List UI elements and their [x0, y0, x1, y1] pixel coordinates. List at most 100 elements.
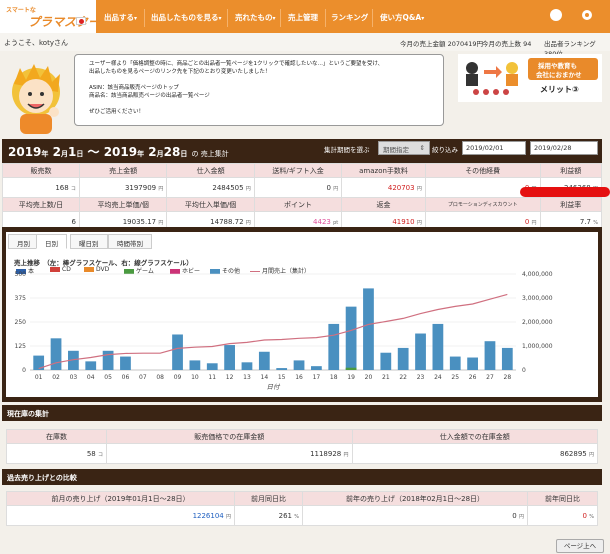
x-tick: 26 — [469, 374, 477, 381]
tab-monthly[interactable]: 月別 — [8, 234, 39, 249]
label-sales-amount: 売上金額 — [78, 163, 168, 178]
notice-line: 出品したものを見るページのリンク先を下記のとおり変更いたしました！ — [89, 69, 271, 75]
nav-divider — [144, 9, 145, 27]
x-tick: 28 — [504, 374, 512, 381]
month-sales-amount: 今月の売上金額 2070419円 — [400, 40, 484, 48]
label-avg-purchase-price: 平均仕入単価/個 — [166, 197, 255, 212]
x-tick: 14 — [261, 374, 269, 381]
y-tick-right: 0 — [522, 367, 526, 374]
compare-header — [2, 469, 602, 485]
month-sales-count: 今月の売上数 94 — [482, 40, 532, 48]
bar-other — [397, 347, 409, 370]
date-to-input[interactable]: 2019/02/28 — [530, 141, 598, 155]
bar-other — [120, 356, 131, 370]
nav-divider — [325, 9, 326, 27]
bar-other — [467, 357, 478, 370]
notice-line: ASIN：該当商品販売ページのトップ — [89, 85, 179, 91]
x-tick: 04 — [87, 374, 95, 381]
bar-other — [172, 334, 183, 370]
x-tick: 25 — [451, 374, 459, 381]
nav-listed[interactable]: 出品したものを見る▾ — [151, 12, 222, 23]
value-prev-year-sales: 0 円 — [302, 505, 528, 526]
bar-other — [311, 366, 322, 370]
page-top-button[interactable]: ページ上へ — [556, 539, 604, 553]
stock-header — [2, 405, 602, 421]
logo-text[interactable]: プラマスター — [28, 13, 100, 30]
x-tick: 12 — [226, 374, 234, 381]
value-prev-year-ratio: 0 % — [527, 505, 598, 526]
bar-other — [345, 306, 357, 370]
promo-illustration — [466, 62, 518, 95]
nav-sell[interactable]: 出品する▾ — [104, 12, 137, 23]
compare-title: 過去売り上げとの比較 — [7, 474, 77, 482]
nav-divider — [372, 9, 373, 27]
welcome-text: ようこそ、kotyさん — [4, 39, 68, 47]
value-sales-count: 168 コ — [2, 177, 80, 198]
label-prev-month-ratio: 前月同日比 — [234, 491, 303, 506]
promo-banner[interactable]: 採用や教育も 会社におまかせ メリット③ — [458, 54, 602, 102]
nav-howto[interactable]: 使い方Q&A▾ — [380, 12, 424, 23]
bar-other — [85, 361, 97, 370]
label-shipping: 送料/ギフト入金 — [253, 163, 343, 178]
bar-other — [102, 350, 114, 370]
nav-divider — [227, 9, 228, 27]
x-tick: 17 — [313, 374, 321, 381]
mascot-image — [12, 64, 60, 134]
label-prev-year-sales: 前年の売り上げ（2018年02月1日〜28日） — [302, 491, 528, 506]
x-tick: 20 — [365, 374, 373, 381]
compare-table: 前月の売り上げ（2019年01月1日〜28日） 前月同日比 前年の売り上げ（20… — [6, 491, 598, 526]
y-tick-left: 500 — [15, 271, 27, 278]
notice-line — [89, 100, 429, 108]
x-tick: 01 — [35, 374, 43, 381]
notification-icon[interactable] — [550, 9, 562, 21]
x-tick: 22 — [399, 374, 407, 381]
y-tick-left: 0 — [22, 367, 26, 374]
value-sales-amount: 3197909 円 — [78, 177, 168, 198]
label-other-expense: その他経費 — [424, 163, 541, 178]
bar-other — [189, 360, 201, 370]
y-tick-right: 1,000,000 — [522, 343, 553, 350]
value-stock-sales-value: 1118928 円 — [106, 443, 353, 464]
bar-other — [50, 338, 62, 370]
label-points: ポイント — [253, 197, 343, 212]
filter-button[interactable]: 絞り込み — [432, 144, 458, 154]
tab-weekday[interactable]: 曜日別 — [70, 234, 108, 249]
tab-hourly[interactable]: 時間帯別 — [108, 234, 152, 249]
bar-other — [449, 356, 461, 370]
bar-game — [345, 367, 357, 370]
x-tick: 09 — [174, 374, 182, 381]
period-label: 集計期間を選ぶ — [324, 146, 370, 154]
x-tick: 05 — [104, 374, 112, 381]
notice-line: 商品名：該当商品販売ページの出品者一覧ページ — [89, 93, 210, 99]
red-highlight-mark — [520, 187, 610, 197]
bar-other — [363, 288, 374, 370]
bar-other — [328, 323, 340, 370]
y-tick-left: 125 — [15, 343, 27, 350]
notice-line — [89, 76, 429, 84]
label-promo-discount: プロモーションディスカウント — [424, 197, 541, 212]
bar-other — [241, 362, 253, 370]
x-tick: 06 — [122, 374, 130, 381]
notice-line: ユーザー様より「価格調整の時に、商品ごとの出品者一覧ページを1クリックで確認した… — [89, 61, 384, 67]
summary-table: 販売数 売上金額 仕入金額 送料/ギフト入金 amazon手数料 その他経費 利… — [2, 163, 603, 232]
stock-table: 在庫数 販売価格での在庫金額 仕入金額での在庫金額 58 コ 1118928 円… — [6, 429, 598, 464]
japan-flag-icon — [76, 17, 86, 25]
date-from-input[interactable]: 2019/02/01 — [462, 141, 526, 155]
nav-divider — [280, 9, 281, 27]
gear-icon[interactable] — [582, 10, 592, 20]
nav-ranking[interactable]: ランキング — [331, 12, 368, 23]
value-purchase-amount: 2484505 円 — [166, 177, 255, 198]
value-stock-count: 58 コ — [6, 443, 107, 464]
value-prev-month-sales: 1226104 円 — [6, 505, 235, 526]
period-select[interactable]: 期間指定 ⇕ — [378, 141, 430, 155]
nav-sales-management[interactable]: 売上管理 — [288, 12, 318, 23]
y-tick-left: 250 — [15, 319, 27, 326]
x-tick: 07 — [139, 374, 147, 381]
y-tick-left: 375 — [15, 295, 27, 302]
tab-daily[interactable]: 日別 — [36, 234, 67, 249]
label-sales-count: 販売数 — [2, 163, 80, 178]
nav-sold[interactable]: 売れたもの▾ — [235, 12, 276, 23]
label-amazon-fee: amazon手数料 — [341, 163, 426, 178]
value-shipping: 0 円 — [253, 177, 343, 198]
label-profit-rate: 利益率 — [539, 197, 603, 212]
